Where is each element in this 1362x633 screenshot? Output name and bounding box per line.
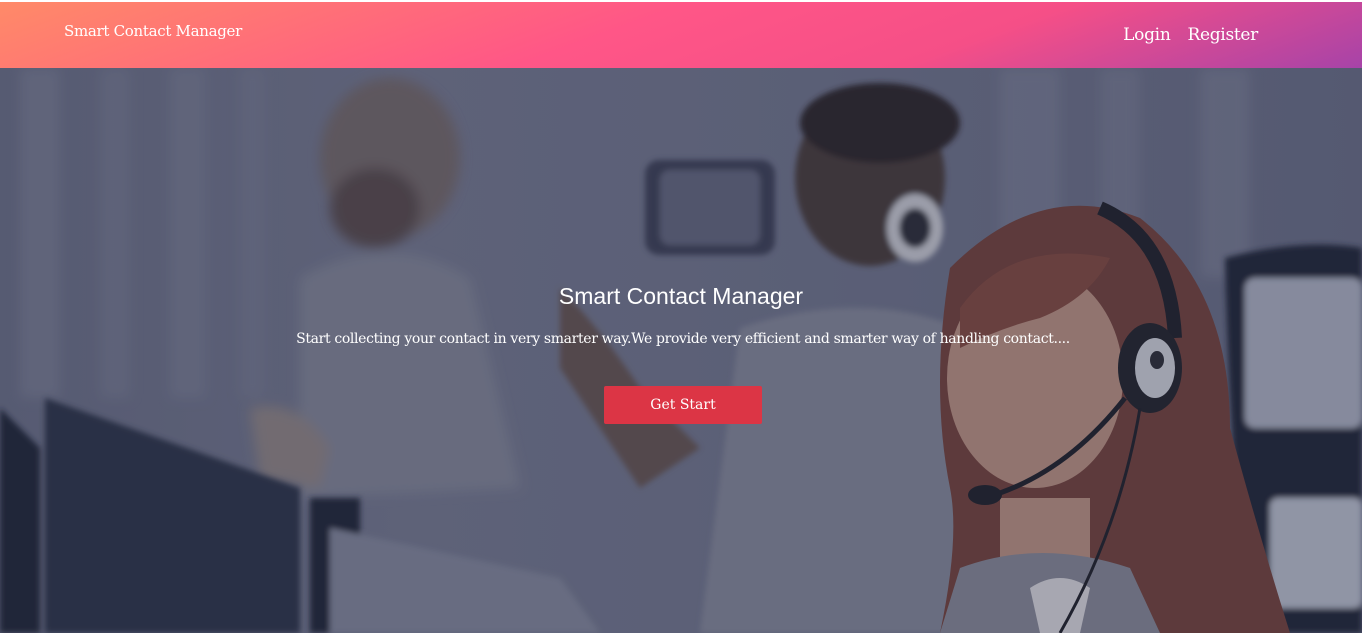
register-link[interactable]: Register	[1187, 25, 1258, 45]
login-link[interactable]: Login	[1123, 25, 1171, 45]
hero-banner: Smart Contact Manager Start collecting y…	[0, 68, 1362, 633]
brand-logo[interactable]: Smart Contact Manager	[64, 22, 242, 40]
page: Smart Contact Manager Login Register Sma…	[0, 0, 1362, 633]
hero-subtitle: Start collecting your contact in very sm…	[296, 331, 1070, 347]
hero-title: Smart Contact Manager	[558, 283, 804, 309]
navbar: Smart Contact Manager Login Register	[0, 0, 1362, 68]
nav-links: Login Register	[1123, 25, 1258, 45]
hero-overlay	[0, 68, 1362, 633]
get-start-button[interactable]: Get Start	[604, 386, 762, 424]
